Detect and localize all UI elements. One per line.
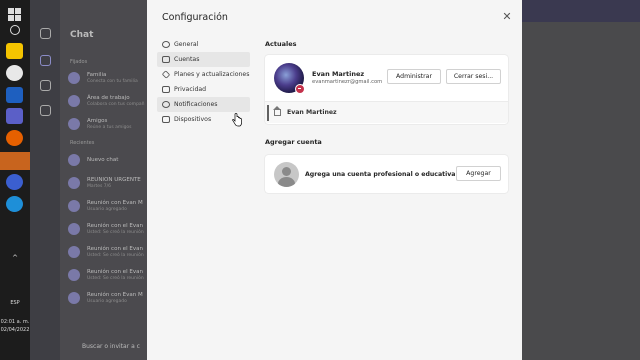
- nav-item-label: Cuentas: [174, 56, 200, 63]
- teams-rail: [30, 0, 60, 360]
- list-item[interactable]: Área de trabajo Colabora con tus compañ: [68, 93, 152, 111]
- nav-item-plans[interactable]: Planes y actualizaciones: [157, 67, 250, 82]
- nav-item-label: Dispositivos: [174, 116, 212, 123]
- clock-time[interactable]: 02:01 a. m.: [0, 319, 30, 325]
- list-item[interactable]: Reunión con Evan M Usuario agregado: [68, 290, 152, 308]
- language-indicator[interactable]: ESP: [0, 300, 30, 306]
- rail-activity[interactable]: [30, 28, 60, 41]
- tenant-name: Evan Martinez: [287, 109, 337, 116]
- lock-icon: [162, 86, 170, 93]
- id-card-icon: [162, 56, 170, 63]
- nav-item-label: General: [174, 41, 199, 48]
- settings-dialog: Configuración ✕ General Cuentas Planes y…: [147, 0, 522, 360]
- teams-icon: [39, 80, 51, 91]
- bell-icon: [162, 101, 170, 108]
- rail-chat[interactable]: [30, 55, 60, 68]
- nav-item-label: Notificaciones: [174, 101, 218, 108]
- bell-icon: [39, 28, 51, 39]
- sticky-notes-icon[interactable]: [6, 43, 23, 59]
- account-name: Evan Martinez: [312, 70, 365, 78]
- list-item[interactable]: Amigos Reúne a tus amigos: [68, 116, 152, 134]
- pinned-section-label: Fijados: [70, 59, 88, 65]
- list-item[interactable]: Reunión con el Evan Usted: Se creó la reu…: [68, 244, 152, 262]
- calendar-icon: [39, 105, 51, 116]
- app-icon[interactable]: [0, 152, 30, 170]
- avatar: [68, 154, 80, 166]
- avatar: [68, 118, 80, 130]
- chromium-icon[interactable]: [6, 174, 23, 190]
- person-placeholder-icon: [274, 162, 299, 187]
- dialog-title: Configuración: [162, 12, 228, 23]
- list-item[interactable]: Nuevo chat: [68, 152, 152, 170]
- list-item[interactable]: Reunión con el Evan Usted: Se creó la reu…: [68, 267, 152, 285]
- account-card: Evan Martinez evanmartinezr@gmail.com Ad…: [265, 55, 508, 124]
- gear-icon: [162, 41, 170, 48]
- chat-list-title: Chat: [70, 30, 94, 40]
- nav-item-label: Planes y actualizaciones: [174, 71, 250, 78]
- list-item[interactable]: REUNION URGENTE Martes 7/6: [68, 175, 152, 193]
- nav-item-accounts[interactable]: Cuentas: [157, 52, 250, 67]
- selected-indicator: [267, 105, 269, 121]
- avatar: [68, 246, 80, 258]
- avatar: [68, 269, 80, 281]
- home-icon-body: [274, 109, 281, 116]
- current-accounts-label: Actuales: [265, 40, 297, 48]
- tenant-row[interactable]: Evan Martinez: [265, 101, 508, 123]
- search-icon[interactable]: [10, 25, 20, 35]
- account-email: evanmartinezr@gmail.com: [312, 79, 383, 85]
- nav-item-notifications[interactable]: Notificaciones: [157, 97, 250, 112]
- rail-calendar[interactable]: [30, 105, 60, 118]
- recent-section-label: Recientes: [70, 140, 95, 146]
- avatar: [68, 72, 80, 84]
- add-button[interactable]: Agregar: [456, 166, 501, 181]
- device-icon: [162, 116, 170, 123]
- nav-item-general[interactable]: General: [157, 37, 250, 52]
- diamond-icon: [161, 70, 171, 79]
- avatar: [68, 200, 80, 212]
- list-item[interactable]: Reunión con el Evan Usted: Se creó la reu…: [68, 221, 152, 239]
- add-account-text: Agrega una cuenta profesional o educativ…: [305, 171, 456, 178]
- close-icon[interactable]: ✕: [501, 11, 513, 23]
- avatar: [68, 95, 80, 107]
- add-account-label: Agregar cuenta: [265, 138, 322, 146]
- nav-item-privacy[interactable]: Privacidad: [157, 82, 250, 97]
- avatar: [68, 223, 80, 235]
- chat-list: Chat Fijados Familia Conecta con tu famil…: [60, 0, 152, 360]
- add-account-card: Agrega una cuenta profesional o educativ…: [265, 155, 508, 193]
- rail-teams[interactable]: [30, 80, 60, 93]
- edge-icon[interactable]: [6, 196, 23, 212]
- chevron-up-icon[interactable]: ^: [0, 255, 30, 262]
- clock-date[interactable]: 02/04/2022: [0, 327, 30, 333]
- avatar: [68, 292, 80, 304]
- manage-button[interactable]: Administrar: [387, 69, 441, 84]
- chat-icon: [39, 55, 51, 66]
- list-item[interactable]: Familia Conecta con tu familia: [68, 70, 152, 88]
- teams-icon[interactable]: [6, 108, 23, 124]
- nav-item-label: Privacidad: [174, 86, 207, 93]
- search-input[interactable]: Buscar o invitar a c: [82, 343, 140, 350]
- windows-start-icon[interactable]: [8, 8, 22, 22]
- status-badge: [295, 84, 305, 94]
- sign-out-button[interactable]: Cerrar sesi...: [446, 69, 501, 84]
- windows-taskbar: ^ ESP 02:01 a. m. 02/04/2022: [0, 0, 30, 360]
- firefox-icon[interactable]: [6, 130, 23, 146]
- list-item[interactable]: Reunión con Evan M Usuario agregado: [68, 198, 152, 216]
- mail-icon[interactable]: [6, 87, 23, 103]
- paint-icon[interactable]: [6, 65, 23, 81]
- avatar: [68, 177, 80, 189]
